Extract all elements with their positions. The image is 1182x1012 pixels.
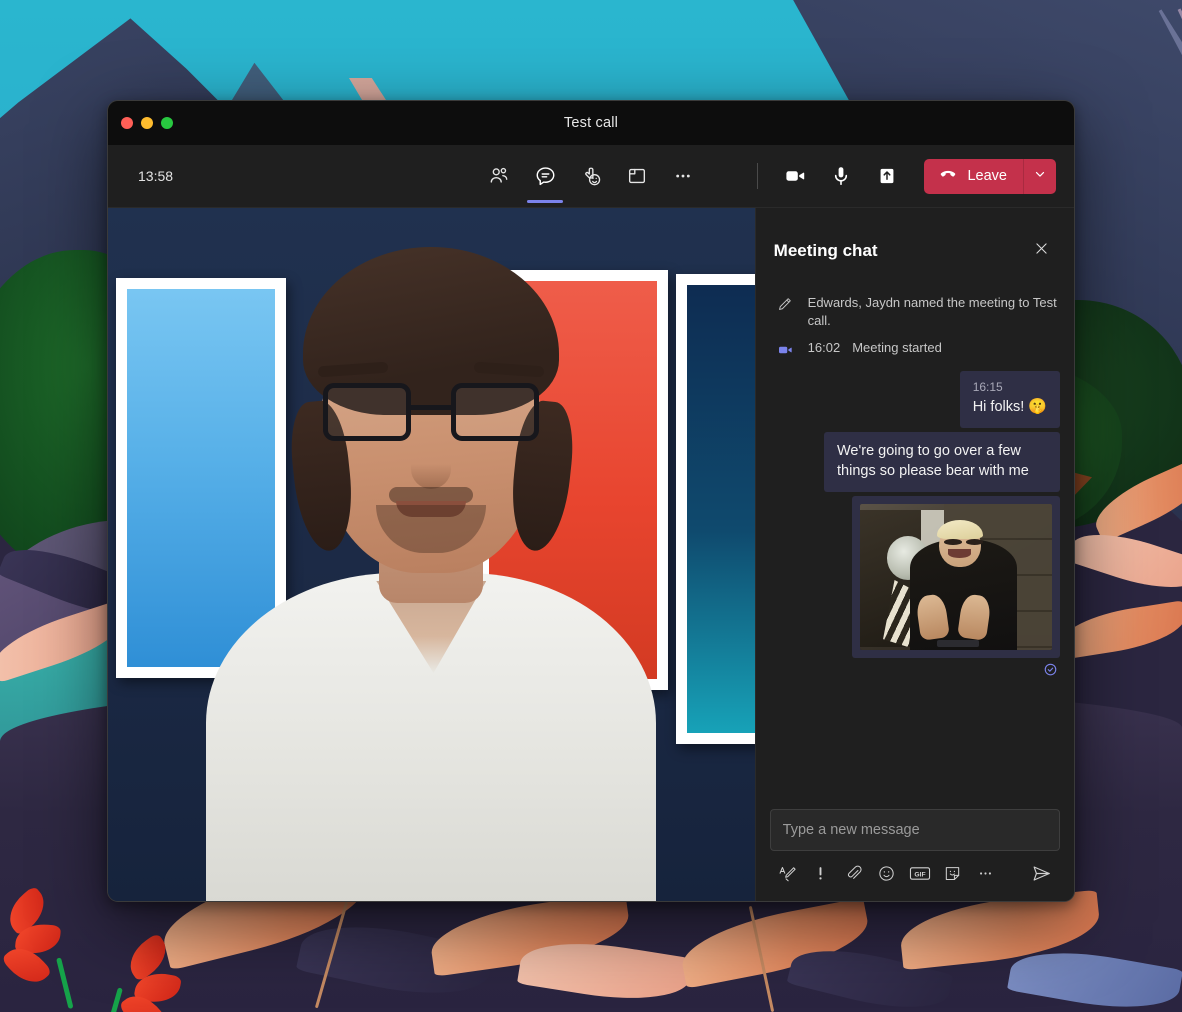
toolbar-divider (757, 163, 758, 189)
leave-button[interactable]: Leave (924, 159, 1023, 194)
message-text: Hi folks! 🤫 (973, 397, 1047, 417)
people-button[interactable] (476, 155, 522, 197)
meeting-toolbar: 13:58 (108, 145, 1074, 208)
call-timer: 13:58 (138, 168, 173, 184)
important-button[interactable] (805, 863, 837, 889)
camera-icon (783, 164, 807, 188)
reactions-button[interactable] (568, 155, 614, 197)
system-message-time: 16:02 (808, 340, 841, 355)
toolbar-center-group (476, 145, 706, 207)
chat-message-list[interactable]: Edwards, Jaydn named the meeting to Test… (756, 294, 1074, 799)
teams-meeting-window: Test call 13:58 (107, 100, 1075, 902)
message-input[interactable] (770, 809, 1060, 851)
message-text: We're going to go over a few things so p… (837, 441, 1047, 481)
chat-button[interactable] (522, 155, 568, 197)
video-camera-icon (774, 339, 796, 359)
svg-text:GIF: GIF (914, 872, 925, 879)
sticker-button[interactable] (937, 863, 969, 889)
people-icon (488, 165, 510, 187)
more-options-button[interactable] (970, 863, 1002, 889)
participant-video-feed (196, 208, 666, 902)
leave-button-group: Leave (924, 159, 1056, 194)
emoji-button[interactable] (871, 863, 903, 889)
shushing-face-emoji-icon: 🤫 (1028, 398, 1047, 415)
close-window-button[interactable] (121, 117, 133, 129)
share-screen-button[interactable] (614, 155, 660, 197)
chat-header: Meeting chat (756, 208, 1074, 294)
send-icon (1031, 863, 1052, 889)
composer-toolbar: GIF (770, 863, 1060, 889)
system-message: 16:02 Meeting started (770, 339, 1060, 359)
system-message-text: Edwards, Jaydn named the meeting to Test… (808, 294, 1060, 329)
gif-button[interactable]: GIF (904, 863, 936, 889)
meeting-chat-panel: Meeting chat (755, 208, 1074, 902)
leave-options-button[interactable] (1023, 159, 1056, 194)
system-message: Edwards, Jaydn named the meeting to Test… (770, 294, 1060, 329)
window-title: Test call (108, 115, 1074, 131)
camera-button[interactable] (772, 155, 818, 197)
sticker-icon (943, 864, 962, 888)
chat-active-indicator (527, 200, 563, 203)
window-titlebar: Test call (108, 101, 1074, 145)
hangup-icon (938, 164, 958, 188)
message-image[interactable] (860, 504, 1052, 650)
wall-poster: .TI (676, 274, 755, 744)
share-content-button[interactable] (864, 155, 910, 197)
message-bubble: 16:15 Hi folks! 🤫 (960, 371, 1060, 428)
desktop-background: Test call 13:58 (0, 0, 1182, 1012)
close-icon (1033, 240, 1050, 262)
microphone-button[interactable] (818, 155, 864, 197)
zoom-window-button[interactable] (161, 117, 173, 129)
chat-message-outgoing[interactable]: 16:15 Hi folks! 🤫 (770, 371, 1060, 428)
video-stage[interactable]: .TI (108, 208, 755, 902)
participant-torso (206, 573, 656, 902)
message-composer: GIF (756, 799, 1074, 902)
minimize-window-button[interactable] (141, 117, 153, 129)
message-time: 16:15 (973, 380, 1047, 394)
chat-message-image[interactable] (852, 496, 1060, 658)
seen-check-icon (1043, 662, 1058, 682)
system-message-text: Meeting started (852, 339, 942, 357)
participant-nose (411, 447, 451, 489)
window-body: .TI (108, 208, 1074, 902)
gif-icon: GIF (909, 864, 931, 888)
chevron-down-icon (1033, 167, 1047, 186)
share-screen-icon (626, 165, 648, 187)
attach-icon (844, 864, 863, 888)
chat-icon (534, 165, 557, 188)
share-content-icon (876, 165, 898, 187)
more-icon (672, 165, 694, 187)
window-controls (121, 117, 173, 129)
more-actions-button[interactable] (660, 155, 706, 197)
wallpaper-leaf (1058, 600, 1182, 659)
format-icon (778, 864, 797, 888)
participant-glasses (323, 383, 539, 445)
toolbar-right-group: Leave (743, 155, 1056, 197)
format-button[interactable] (772, 863, 804, 889)
chat-message-outgoing[interactable]: We're going to go over a few things so p… (770, 432, 1060, 492)
message-body: Hi folks! (973, 399, 1025, 415)
send-button[interactable] (1025, 863, 1057, 889)
important-icon (811, 864, 830, 888)
emoji-icon (877, 864, 896, 888)
microphone-icon (829, 164, 853, 188)
read-receipt-row (770, 662, 1060, 682)
leave-button-label: Leave (967, 168, 1007, 184)
reactions-icon (580, 165, 603, 188)
chat-title: Meeting chat (774, 241, 1026, 261)
attach-button[interactable] (838, 863, 870, 889)
pencil-icon (774, 294, 796, 313)
close-chat-button[interactable] (1026, 236, 1056, 266)
message-bubble: We're going to go over a few things so p… (824, 432, 1060, 492)
more-options-icon (976, 864, 995, 888)
